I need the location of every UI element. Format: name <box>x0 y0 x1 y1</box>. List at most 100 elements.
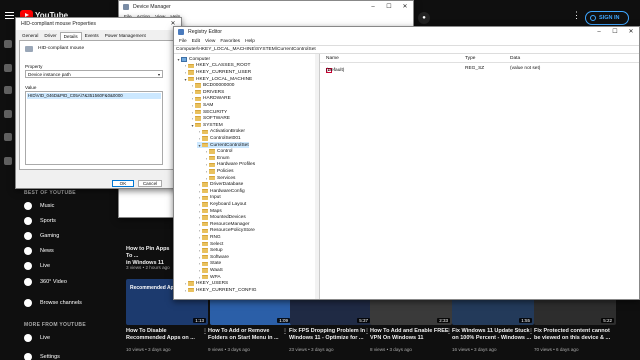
tree-node[interactable]: › DRIVERS <box>190 89 225 96</box>
sign-in-button[interactable]: SIGN IN <box>585 11 629 25</box>
value-item[interactable]: HID\VID_046D&PID_C05A\7&351560F&0&0000 <box>27 93 161 99</box>
tree-node[interactable]: ▾ CurrentControlSet <box>197 141 249 149</box>
library-icon[interactable] <box>4 110 12 118</box>
video-more-icon[interactable]: ⋮ <box>282 328 288 335</box>
video-more-icon[interactable]: ⋮ <box>446 328 452 335</box>
sidebar-item-live-more[interactable]: Live <box>24 331 50 345</box>
menu-view[interactable]: View <box>205 39 215 44</box>
tree-node[interactable]: › Software <box>197 254 229 261</box>
tree-node[interactable]: › MountedDevices <box>197 214 246 221</box>
sidebar-item-live[interactable]: Live <box>24 259 50 273</box>
menu-favorites[interactable]: Favorites <box>220 39 240 44</box>
tree-node[interactable]: › ResourceManager <box>197 221 250 228</box>
sidebar-item-360-video[interactable]: 360° Video <box>24 275 67 289</box>
tree-node[interactable]: › ActivationBroker <box>197 129 245 136</box>
microphone-icon[interactable]: ● <box>418 12 430 24</box>
tab-general[interactable]: General <box>19 32 41 40</box>
cancel-button[interactable]: Cancel <box>138 180 162 187</box>
tree-node[interactable]: › Control <box>204 148 233 155</box>
tree-node[interactable]: › HKEY_CLASSES_ROOT <box>183 63 251 70</box>
tree-node[interactable]: › Input <box>197 195 221 202</box>
tree-node[interactable]: › HKEY_CURRENT_USER <box>183 69 251 76</box>
video-title[interactable]: How To Add or Remove Folders on Start Me… <box>208 328 288 342</box>
more-options-icon[interactable]: ⋮ <box>572 10 581 21</box>
subscriptions-icon[interactable] <box>4 86 12 94</box>
maximize-icon[interactable]: ☐ <box>607 27 623 37</box>
column-data[interactable]: Data <box>510 56 520 61</box>
sidebar-item-gaming[interactable]: Gaming <box>24 229 59 243</box>
tree-node[interactable]: ▾ HKEY_LOCAL_MACHINE <box>183 76 252 83</box>
menu-file[interactable]: File <box>179 39 187 44</box>
close-icon[interactable]: ✕ <box>397 1 413 13</box>
tree-node[interactable]: › BCD00000000 <box>190 82 235 89</box>
tree-node[interactable]: › Services <box>204 175 236 182</box>
tree-node[interactable]: › WPA <box>197 274 221 281</box>
column-type[interactable]: Type <box>465 56 475 61</box>
tree-node[interactable]: › DriverDatabase <box>197 181 244 188</box>
tree-node[interactable]: ▾ SYSTEM <box>190 122 222 129</box>
tree-node[interactable]: › ControlSet001 <box>197 135 241 142</box>
sidebar-item-browse-channels[interactable]: Browse channels <box>24 296 82 310</box>
menu-help[interactable]: Help <box>245 39 255 44</box>
tree-node[interactable]: › HKEY_USERS <box>183 280 228 287</box>
hamburger-menu-icon[interactable] <box>5 12 14 19</box>
video-duration: 5:22 <box>601 318 614 323</box>
maximize-icon[interactable]: ☐ <box>381 1 397 13</box>
tree-scrollbar[interactable] <box>315 54 319 299</box>
menu-edit[interactable]: Edit <box>192 39 200 44</box>
tree-node[interactable]: › SECURITY <box>190 109 227 116</box>
tree-node[interactable]: › ResourcePolicyStore <box>197 228 255 235</box>
property-select[interactable]: Device instance path ▾ <box>25 70 163 78</box>
tree-node[interactable]: › Policies <box>204 168 234 175</box>
tree-node[interactable]: › WaaS <box>197 267 223 274</box>
tab-power-management[interactable]: Power Management <box>102 32 149 40</box>
tree-node[interactable]: › HardwareConfig <box>197 188 245 195</box>
tree-node[interactable]: › HARDWARE <box>190 96 231 103</box>
settings-icon[interactable] <box>4 157 12 165</box>
tree-node[interactable]: › Enum <box>204 155 230 162</box>
history-icon[interactable] <box>4 133 12 141</box>
sidebar-item-news[interactable]: News <box>24 244 54 258</box>
tree-node[interactable]: › Setup <box>197 247 223 254</box>
device-manager-titlebar[interactable]: Device Manager – ☐ ✕ <box>119 1 413 13</box>
tree-node[interactable]: › HKEY_CURRENT_CONFIG <box>183 287 257 294</box>
tree-node[interactable]: › Select <box>197 241 224 248</box>
video-title[interactable]: How To Add and Enable FREE VPN On Window… <box>370 328 450 342</box>
video-title[interactable]: Fix FPS Dropping Problem In Windows 11 -… <box>289 328 369 342</box>
video-title[interactable]: Fix Windows 11 Update Stuck on 100% Perc… <box>452 328 534 342</box>
address-bar[interactable]: Computer\HKEY_LOCAL_MACHINE\SYSTEM\Curre… <box>174 45 639 54</box>
video-more-icon[interactable]: ⋮ <box>364 328 370 335</box>
video-title[interactable]: How to Pin Apps To ... in Windows 11 <box>126 246 176 267</box>
video-title[interactable]: Fix Protected content cannot be viewed o… <box>534 328 638 342</box>
video-title[interactable]: How To Disable Recommended Apps on ... <box>126 328 206 342</box>
video-more-icon[interactable]: ⋮ <box>528 328 534 335</box>
minimize-icon[interactable]: – <box>365 1 381 13</box>
registry-editor-titlebar[interactable]: Registry Editor – ☐ ✕ <box>174 27 639 37</box>
home-icon[interactable] <box>4 40 12 48</box>
video-more-icon[interactable]: ⋮ <box>202 328 208 335</box>
close-icon[interactable]: ✕ <box>623 27 639 37</box>
tree-node[interactable]: ▾ Computer <box>176 56 210 63</box>
tab-events[interactable]: Events <box>82 32 102 40</box>
registry-editor-icon <box>178 29 184 35</box>
ok-button[interactable]: OK <box>112 180 134 187</box>
tree-node[interactable]: › SAM <box>190 102 214 109</box>
tree-node[interactable]: › State <box>197 261 221 268</box>
gear-icon <box>24 353 32 360</box>
tree-node[interactable]: › RNG <box>197 234 221 241</box>
properties-titlebar[interactable]: HID-compliant mouse Properties ✕ <box>16 18 181 30</box>
value-row[interactable]: ab (Default) REG_SZ (value not set) <box>320 64 639 73</box>
tree-node[interactable]: › Keyboard Layout <box>197 201 246 208</box>
shorts-icon[interactable] <box>4 64 12 72</box>
tab-driver[interactable]: Driver <box>41 32 59 40</box>
value-list[interactable]: HID\VID_046D&PID_C05A\7&351560F&0&0000 <box>25 91 163 165</box>
column-name[interactable]: Name <box>326 56 339 61</box>
tree-node[interactable]: › SOFTWARE <box>190 115 230 122</box>
sidebar-item-sports[interactable]: Sports <box>24 214 56 228</box>
tree-node[interactable]: › Hardware Profiles <box>204 162 255 169</box>
tree-node[interactable]: › Maps <box>197 208 222 215</box>
sidebar-item-settings[interactable]: Settings <box>24 350 60 360</box>
sidebar-item-music[interactable]: Music <box>24 199 54 213</box>
tab-details[interactable]: Details <box>59 32 82 40</box>
minimize-icon[interactable]: – <box>591 27 607 37</box>
